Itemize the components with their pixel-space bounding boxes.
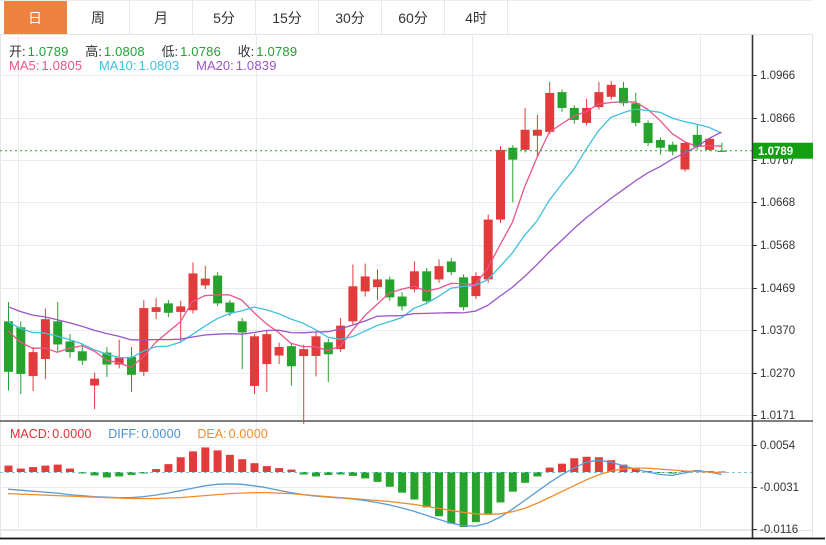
tab-30min[interactable]: 30分 <box>319 1 382 34</box>
candlestick-chart-app: 1.09661.08661.07671.06681.05681.04691.03… <box>0 0 826 545</box>
tab-5min[interactable]: 5分 <box>193 1 256 34</box>
tab-4hour[interactable]: 4时 <box>445 1 508 34</box>
tab-monthly[interactable]: 月 <box>130 1 193 34</box>
price-axis-label: 1.0370 <box>760 325 795 337</box>
current-price-badge-value: 1.0789 <box>758 146 793 158</box>
tab-60min[interactable]: 60分 <box>382 1 445 34</box>
price-axis-label: 1.0171 <box>760 410 795 422</box>
macd-axis-label: -0.0116 <box>760 524 798 536</box>
price-axis-label: 1.0668 <box>760 197 795 209</box>
timeframe-tabbar: 日周月5分15分30分60分4时 <box>0 0 813 35</box>
price-axis-label: 1.0270 <box>760 368 795 380</box>
tab-daily[interactable]: 日 <box>4 1 67 34</box>
tab-weekly[interactable]: 周 <box>67 1 130 34</box>
tab-15min[interactable]: 15分 <box>256 1 319 34</box>
macd-axis-label: -0.0031 <box>760 482 799 494</box>
price-axis-label: 1.0866 <box>760 113 795 125</box>
macd-axis-label: 0.0054 <box>760 440 796 452</box>
chart-plot-area[interactable] <box>0 35 752 530</box>
chart-canvas: 1.09661.08661.07671.06681.05681.04691.03… <box>0 0 826 545</box>
price-axis-label: 1.0568 <box>760 240 795 252</box>
price-axis-label: 1.0469 <box>760 283 795 295</box>
price-axis-label: 1.0966 <box>760 70 795 82</box>
